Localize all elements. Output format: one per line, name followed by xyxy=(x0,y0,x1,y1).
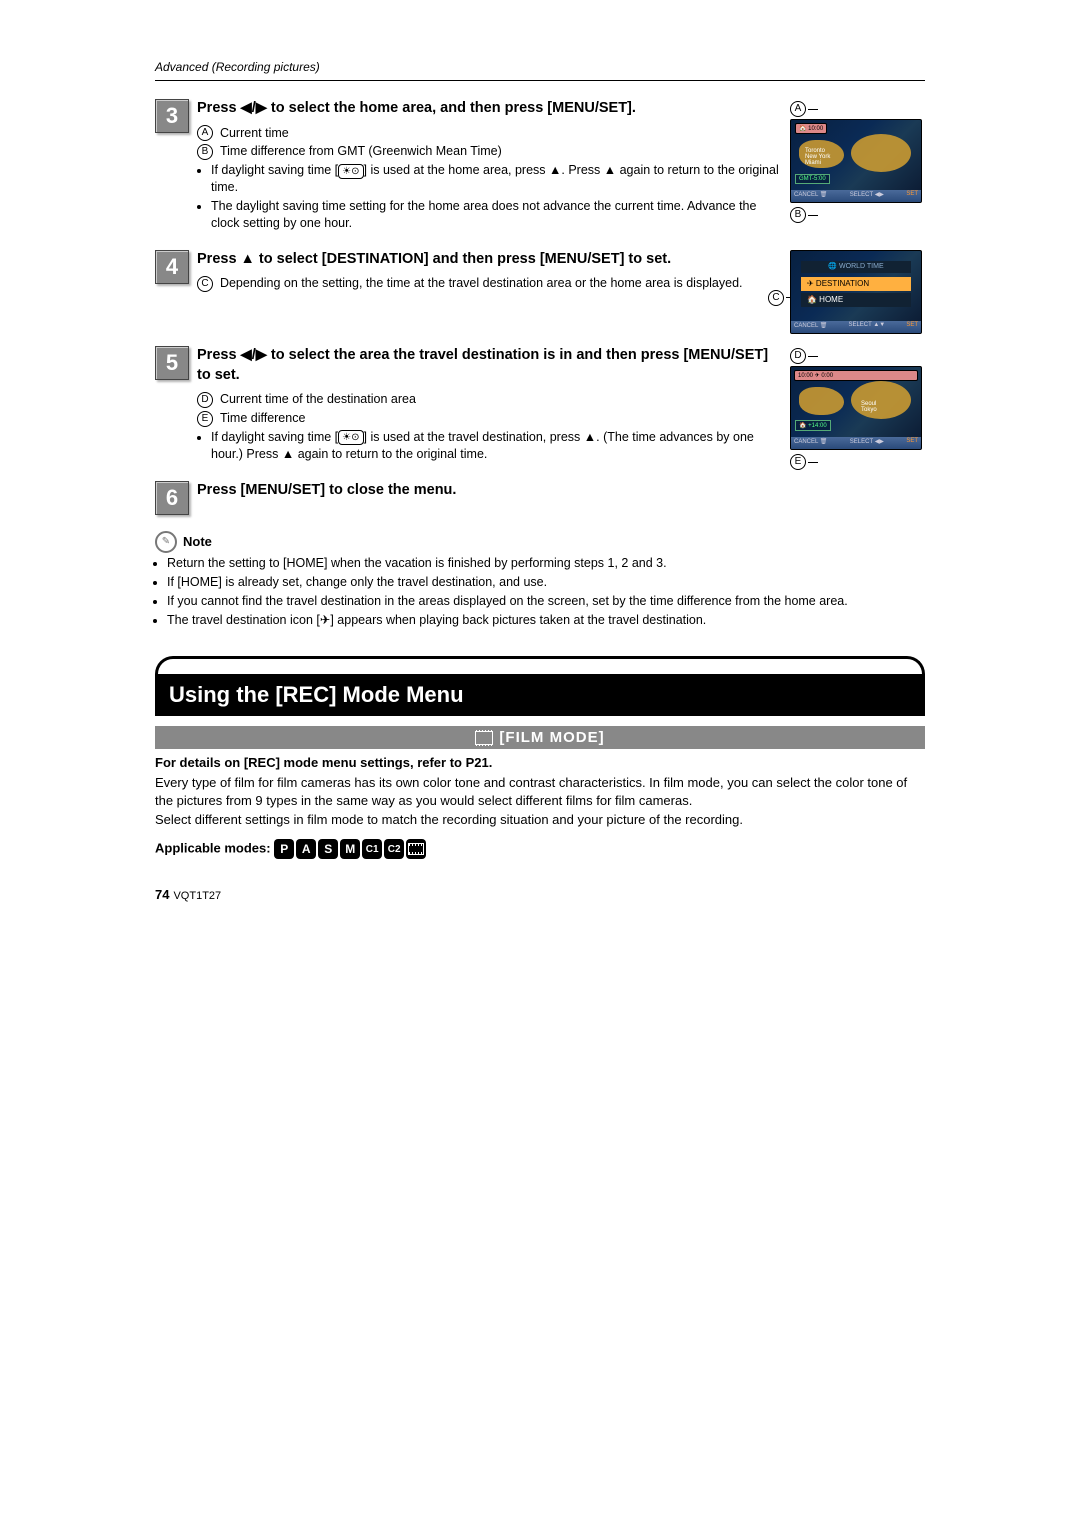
step-number-4: 4 xyxy=(155,250,189,284)
frame-top xyxy=(155,656,925,674)
step-3-text: A Current time B Time difference from GM… xyxy=(197,125,782,232)
manual-code: VQT1T27 xyxy=(173,890,221,902)
step-4: 4 Press ▲ to select [DESTINATION] and th… xyxy=(155,250,782,294)
step-4-row: 4 Press ▲ to select [DESTINATION] and th… xyxy=(155,250,925,310)
dst-icon: ☀⊙ xyxy=(338,430,363,445)
note-label: Note xyxy=(183,534,212,549)
step-4-text: C Depending on the setting, the time at … xyxy=(197,275,782,292)
step-6-body: Press [MENU/SET] to close the menu. xyxy=(197,481,925,507)
city-names: Toronto New York Miami xyxy=(805,148,830,166)
step-number-5: 5 xyxy=(155,346,189,380)
step-5-title: Press ◀/▶ to select the area the travel … xyxy=(197,346,782,385)
step-4-title: Press ▲ to select [DESTINATION] and then… xyxy=(197,250,782,270)
section-header: Advanced (Recording pictures) xyxy=(155,60,925,74)
screen-bottom-bar: CANCEL 🗑 SELECT ▲▼ SET xyxy=(791,321,921,333)
callout-label-a: A xyxy=(197,125,213,141)
applicable-modes-row: Applicable modes: P A S M C1 C2 xyxy=(155,839,925,859)
rec-mode-section: Using the [REC] Mode Menu [FILM MODE] Fo… xyxy=(155,656,925,859)
menu-item-destination: ✈ DESTINATION xyxy=(801,277,911,291)
mode-s-icon: S xyxy=(318,839,338,859)
manual-page: Advanced (Recording pictures) 3 Press ◀/… xyxy=(155,0,925,942)
section-title: Using the [REC] Mode Menu xyxy=(155,674,925,716)
pointer-b: B xyxy=(790,207,806,223)
note-header: ✎ Note xyxy=(155,531,925,553)
note-bullets: Return the setting to [HOME] when the va… xyxy=(155,555,925,629)
callout-label-c: C xyxy=(197,276,213,292)
step-3-row: 3 Press ◀/▶ to select the home area, and… xyxy=(155,99,925,250)
step-3-body: Press ◀/▶ to select the home area, and t… xyxy=(197,99,782,234)
step-number-3: 3 xyxy=(155,99,189,133)
screen-bottom-bar: CANCEL 🗑 SELECT ◀▶ SET xyxy=(791,190,921,202)
mode-a-icon: A xyxy=(296,839,316,859)
film-mode-desc-2: Select different settings in film mode t… xyxy=(155,811,925,829)
travel-dest-icon: ✈ xyxy=(320,613,330,627)
pointer-d: D xyxy=(790,348,806,364)
screen-bottom-bar: CANCEL 🗑 SELECT ◀▶ SET xyxy=(791,437,921,449)
step-3-bullet-2: The daylight saving time setting for the… xyxy=(211,198,782,232)
step-5-bullet: If daylight saving time [☀⊙] is used at … xyxy=(211,429,782,463)
city-names: Seoul Tokyo xyxy=(861,401,877,413)
screen-time-tab: 10:00 ✈ 0:00 xyxy=(794,370,918,381)
mode-film-icon xyxy=(406,839,426,859)
pointer-e: E xyxy=(790,454,806,470)
film-icon xyxy=(475,731,493,745)
note-bullet-1: Return the setting to [HOME] when the va… xyxy=(167,555,925,572)
step-4-body: Press ▲ to select [DESTINATION] and then… xyxy=(197,250,782,294)
film-mode-header: [FILM MODE] xyxy=(155,726,925,749)
step-5-body: Press ◀/▶ to select the area the travel … xyxy=(197,346,782,465)
callout-label-b: B xyxy=(197,144,213,160)
time-offset: 🏠 +14:00 xyxy=(795,420,831,431)
step-4-screenshot-block: 🌐 WORLD TIME ✈ DESTINATION 🏠 HOME CANCEL… xyxy=(790,250,925,308)
step-5-row: 5 Press ◀/▶ to select the area the trave… xyxy=(155,346,925,481)
step-6-title: Press [MENU/SET] to close the menu. xyxy=(197,481,925,501)
film-mode-desc-1: Every type of film for film cameras has … xyxy=(155,774,925,809)
callout-label-e: E xyxy=(197,411,213,427)
mode-p-icon: P xyxy=(274,839,294,859)
menu-item-home: 🏠 HOME xyxy=(801,293,911,307)
mode-icons: P A S M C1 C2 xyxy=(274,839,426,859)
callout-label-d: D xyxy=(197,392,213,408)
screen-time-tab: 🏠 10:00 xyxy=(795,123,827,134)
mode-m-icon: M xyxy=(340,839,360,859)
dst-icon: ☀⊙ xyxy=(338,164,363,179)
step-6: 6 Press [MENU/SET] to close the menu. xyxy=(155,481,925,515)
header-rule xyxy=(155,80,925,81)
step-5-screenshot-block: D 10:00 ✈ 0:00 Seoul Tokyo 🏠 +14:00 CANC… xyxy=(790,346,925,472)
note-bullet-4: The travel destination icon [✈] appears … xyxy=(167,612,925,629)
note-icon: ✎ xyxy=(155,531,177,553)
pointer-a: A xyxy=(790,101,806,117)
step-5: 5 Press ◀/▶ to select the area the trave… xyxy=(155,346,782,465)
applicable-label: Applicable modes: xyxy=(155,840,271,855)
gmt-offset: GMT-5:00 xyxy=(795,174,830,184)
page-number: 74 xyxy=(155,887,169,902)
mode-c2-icon: C2 xyxy=(384,839,404,859)
world-time-menu-screen: 🌐 WORLD TIME ✈ DESTINATION 🏠 HOME CANCEL… xyxy=(790,250,922,334)
step-number-6: 6 xyxy=(155,481,189,515)
menu-title: 🌐 WORLD TIME xyxy=(801,261,911,273)
step-3-bullet-1: If daylight saving time [☀⊙] is used at … xyxy=(211,162,782,196)
world-time-map-screen-2: 10:00 ✈ 0:00 Seoul Tokyo 🏠 +14:00 CANCEL… xyxy=(790,366,922,450)
film-mode-ref: For details on [REC] mode menu settings,… xyxy=(155,755,925,770)
step-3-screenshot-block: A 🏠 10:00 Toronto New York Miami GMT-5:0… xyxy=(790,99,925,225)
step-3-title: Press ◀/▶ to select the home area, and t… xyxy=(197,99,782,119)
note-bullet-2: If [HOME] is already set, change only th… xyxy=(167,574,925,591)
step-3: 3 Press ◀/▶ to select the home area, and… xyxy=(155,99,782,234)
mode-c1-icon: C1 xyxy=(362,839,382,859)
pointer-c: C xyxy=(768,290,784,306)
note-bullet-3: If you cannot find the travel destinatio… xyxy=(167,593,925,610)
step-5-text: D Current time of the destination area E… xyxy=(197,391,782,463)
world-time-map-screen-1: 🏠 10:00 Toronto New York Miami GMT-5:00 … xyxy=(790,119,922,203)
page-footer: 74 VQT1T27 xyxy=(155,887,925,902)
